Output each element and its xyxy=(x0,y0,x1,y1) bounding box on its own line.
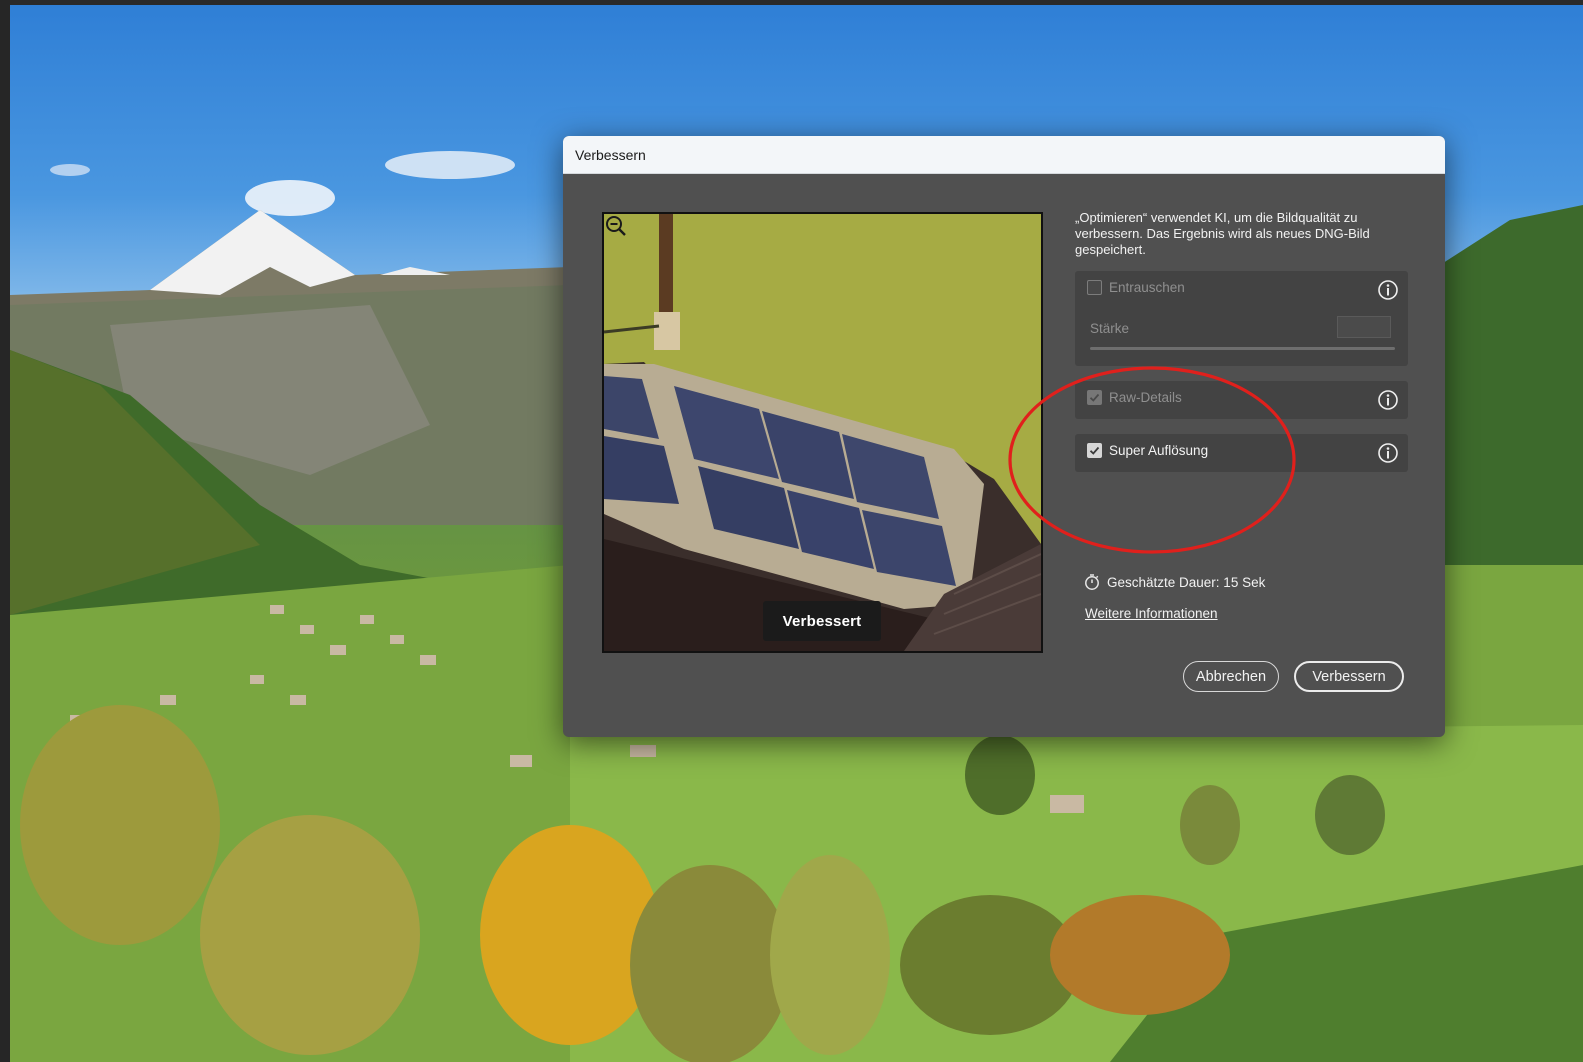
super-resolution-panel: Super Auflösung xyxy=(1075,434,1408,472)
denoise-panel: Entrauschen Stärke xyxy=(1075,271,1408,366)
enhance-button[interactable]: Verbessern xyxy=(1294,661,1404,692)
super-resolution-checkbox[interactable] xyxy=(1087,443,1102,458)
dialog-title: Verbessern xyxy=(575,146,646,163)
denoise-label: Entrauschen xyxy=(1109,280,1185,295)
raw-details-option: Raw-Details xyxy=(1087,390,1182,405)
strength-slider[interactable] xyxy=(1090,347,1395,350)
info-icon[interactable] xyxy=(1377,442,1399,464)
preview-badge: Verbessert xyxy=(763,601,881,641)
estimated-duration: Geschätzte Dauer: 15 Sek xyxy=(1083,573,1265,591)
strength-label: Stärke xyxy=(1090,321,1130,336)
preview-image[interactable]: Verbessert xyxy=(602,212,1043,653)
checkmark-icon xyxy=(1089,393,1100,402)
raw-details-checkbox[interactable] xyxy=(1087,390,1102,405)
denoise-checkbox[interactable] xyxy=(1087,280,1102,295)
strength-input[interactable] xyxy=(1337,316,1391,338)
zoom-out-icon[interactable] xyxy=(604,214,628,238)
super-resolution-label: Super Auflösung xyxy=(1109,443,1209,458)
info-icon[interactable] xyxy=(1377,279,1399,301)
super-resolution-option: Super Auflösung xyxy=(1087,443,1208,458)
dialog-description: „Optimieren“ verwendet KI, um die Bildqu… xyxy=(1075,210,1370,257)
denoise-option: Entrauschen xyxy=(1087,280,1185,295)
stopwatch-icon xyxy=(1085,574,1099,590)
raw-details-label: Raw-Details xyxy=(1109,390,1182,405)
estimated-duration-text: Geschätzte Dauer: 15 Sek xyxy=(1107,574,1266,590)
info-icon[interactable] xyxy=(1377,389,1399,411)
window-left-bar xyxy=(0,0,10,1062)
cancel-button[interactable]: Abbrechen xyxy=(1183,661,1279,692)
checkmark-icon xyxy=(1089,446,1100,455)
raw-details-panel: Raw-Details xyxy=(1075,381,1408,419)
dialog-titlebar: Verbessern xyxy=(563,136,1445,174)
more-info-link[interactable]: Weitere Informationen xyxy=(1085,606,1218,621)
enhance-dialog: Verbessern Verbessert „Optimieren“ verwe… xyxy=(563,136,1445,737)
